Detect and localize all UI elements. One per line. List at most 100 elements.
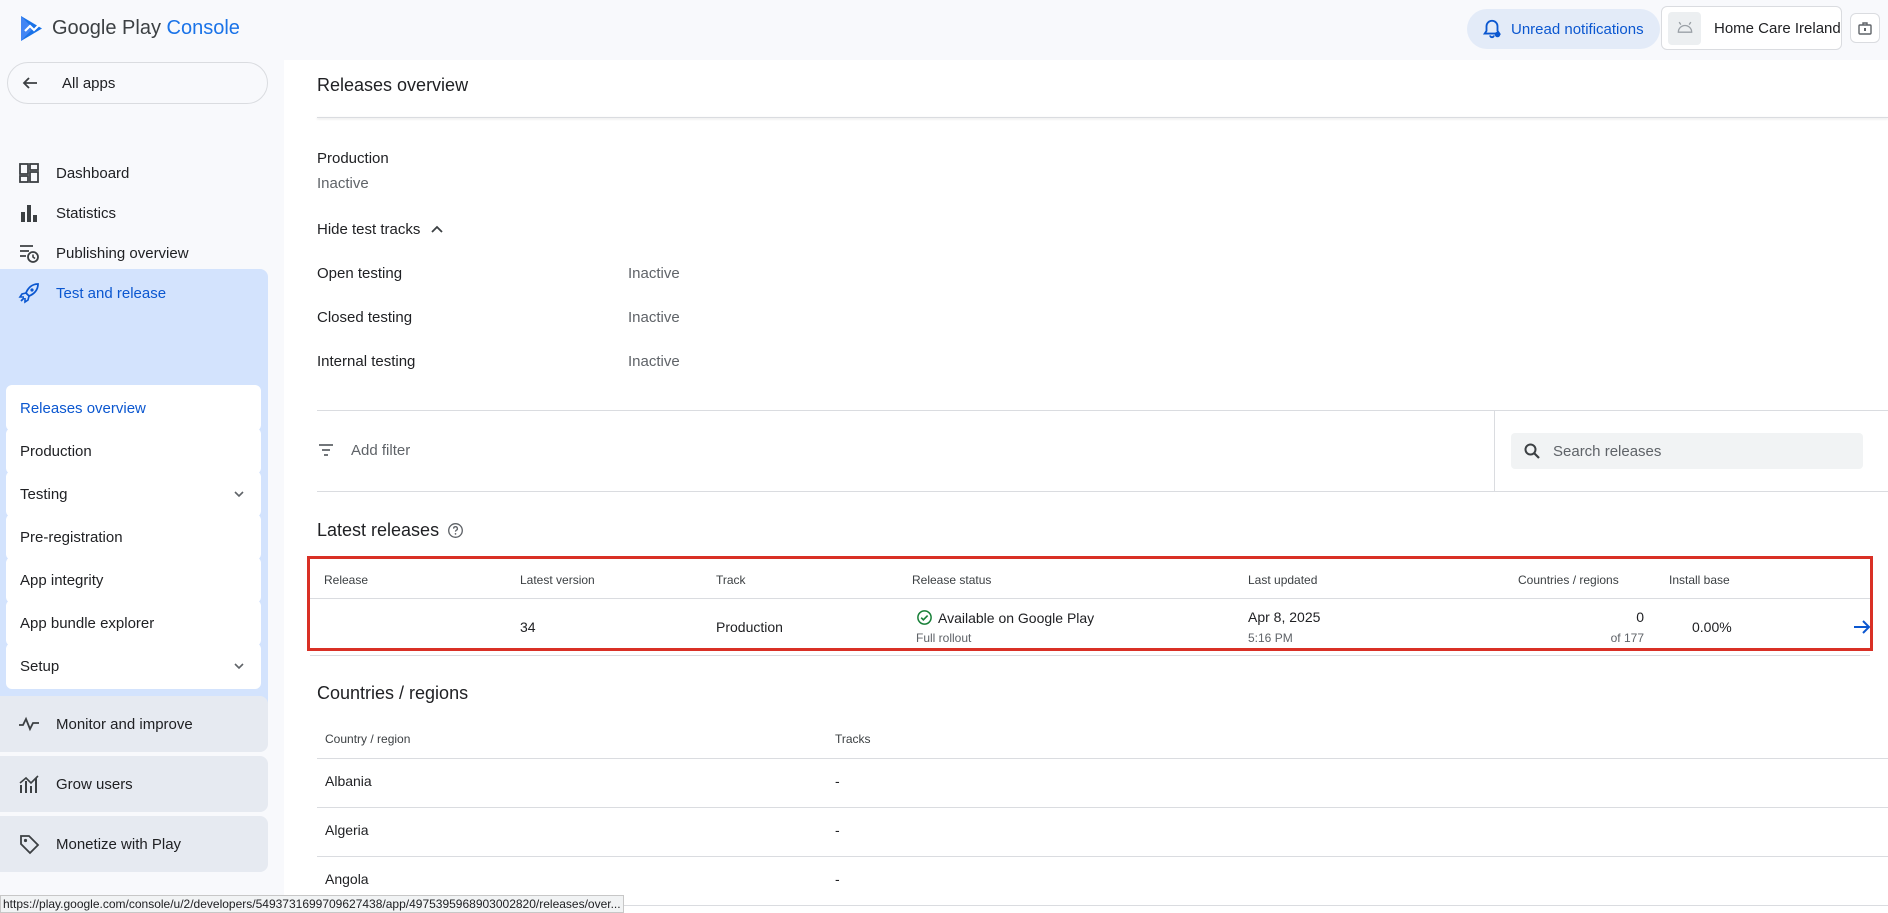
test-and-release-section: Test and release Releases overview Produ… bbox=[0, 269, 268, 748]
sidebar-item-label: Monetize with Play bbox=[56, 835, 182, 853]
countries-total: of 177 bbox=[1610, 631, 1644, 645]
help-icon[interactable] bbox=[447, 522, 464, 539]
briefcase-icon bbox=[1858, 22, 1872, 35]
production-track-status: Inactive bbox=[317, 175, 369, 192]
hide-test-tracks-label: Hide test tracks bbox=[317, 220, 421, 238]
internal-testing-status: Inactive bbox=[628, 353, 680, 370]
logo-text: Google Play Console bbox=[52, 17, 240, 40]
check-circle-icon bbox=[917, 610, 932, 625]
country-cell: Albania bbox=[325, 773, 372, 789]
sidebar-subitem-pre-registration[interactable]: Pre-registration bbox=[6, 514, 261, 560]
dashboard-icon bbox=[19, 163, 39, 183]
add-filter-button[interactable]: Add filter bbox=[317, 441, 410, 459]
open-testing-status: Inactive bbox=[628, 265, 680, 282]
search-releases-input[interactable] bbox=[1553, 442, 1853, 460]
latest-releases-heading: Latest releases bbox=[317, 520, 464, 541]
sidebar-item-statistics[interactable]: Statistics bbox=[0, 193, 270, 233]
sidebar-subitem-production[interactable]: Production bbox=[6, 428, 261, 474]
logo-brand: Google Play bbox=[52, 17, 161, 39]
country-cell: Algeria bbox=[325, 822, 369, 838]
chevron-up-icon bbox=[431, 225, 444, 233]
rocket-icon bbox=[18, 283, 39, 304]
sidebar-item-label: Dashboard bbox=[56, 164, 130, 182]
closed-testing-status: Inactive bbox=[628, 309, 680, 326]
closed-testing-label: Closed testing bbox=[317, 309, 413, 326]
sidebar-item-grow-users[interactable]: Grow users bbox=[0, 756, 268, 812]
app-avatar bbox=[1668, 11, 1701, 45]
hide-test-tracks-toggle[interactable]: Hide test tracks bbox=[317, 220, 446, 238]
tracks-cell: - bbox=[835, 871, 840, 887]
filter-bar: Add filter bbox=[317, 410, 1888, 492]
table-row[interactable]: Albania - bbox=[317, 759, 1888, 808]
sidebar-item-test-and-release[interactable]: Test and release bbox=[0, 269, 166, 317]
chevron-down-icon bbox=[234, 663, 244, 670]
account-switcher[interactable]: Home Care Ireland bbox=[1661, 6, 1842, 50]
sidebar-item-dashboard[interactable]: Dashboard bbox=[0, 153, 270, 193]
unread-notifications-button[interactable]: Unread notifications bbox=[1467, 9, 1660, 49]
arrow-back-icon bbox=[22, 77, 37, 89]
title-divider bbox=[317, 117, 1888, 118]
column-header-install-base: Install base bbox=[1669, 573, 1730, 587]
unread-notifications-label: Unread notifications bbox=[1511, 20, 1644, 38]
sidebar-subitem-app-integrity[interactable]: App integrity bbox=[6, 557, 261, 603]
account-name: Home Care Ireland bbox=[1714, 19, 1841, 37]
monitor-icon bbox=[19, 716, 39, 732]
sidebar-item-label: Test and release bbox=[56, 284, 167, 302]
sidebar-item-label: Grow users bbox=[56, 775, 133, 793]
play-console-logo-icon bbox=[21, 16, 42, 41]
google-play-console-logo[interactable]: Google Play Console bbox=[19, 14, 240, 43]
countries-count: 0 bbox=[1636, 609, 1644, 625]
column-header-country-region: Country / region bbox=[325, 732, 411, 746]
last-updated-date: Apr 8, 2025 bbox=[1248, 609, 1321, 625]
filter-icon bbox=[319, 444, 333, 456]
main-content: Releases overview Production Inactive Hi… bbox=[284, 60, 1888, 913]
column-header-release-status: Release status bbox=[912, 573, 992, 587]
tracks-cell: - bbox=[835, 822, 840, 838]
internal-testing-label: Internal testing bbox=[317, 353, 416, 370]
countries-regions-title: Countries / regions bbox=[317, 683, 469, 703]
sidebar-subitem-label: Production bbox=[20, 442, 92, 460]
sidebar-subitem-label: Pre-registration bbox=[20, 528, 123, 546]
sidebar-item-monitor-and-improve[interactable]: Monitor and improve bbox=[0, 696, 268, 752]
countries-regions-heading: Countries / regions bbox=[317, 683, 468, 704]
latest-releases-title: Latest releases bbox=[317, 520, 440, 540]
sidebar-subitem-label: App bundle explorer bbox=[20, 614, 155, 632]
search-icon bbox=[1524, 443, 1540, 459]
bell-icon bbox=[1482, 19, 1502, 39]
tracks-cell: - bbox=[835, 773, 840, 789]
sidebar-item-publishing-overview[interactable]: Publishing overview bbox=[0, 233, 270, 273]
last-updated-time: 5:16 PM bbox=[1248, 631, 1293, 645]
latest-version-cell: 34 bbox=[520, 619, 536, 635]
table-header: Release Latest version Track Release sta… bbox=[310, 559, 1870, 599]
sidebar-subitem-releases-overview[interactable]: Releases overview bbox=[6, 385, 261, 431]
arrow-forward-icon[interactable] bbox=[1851, 616, 1873, 638]
bar-chart-icon bbox=[21, 205, 37, 222]
sidebar-subitem-label: App integrity bbox=[20, 571, 104, 589]
sidebar-item-label: Publishing overview bbox=[56, 244, 189, 262]
tag-icon bbox=[20, 835, 40, 855]
page-title: Releases overview bbox=[317, 75, 469, 95]
country-cell: Angola bbox=[325, 871, 369, 887]
schedule-list-icon bbox=[20, 245, 39, 263]
table-row[interactable]: Algeria - bbox=[317, 808, 1888, 857]
release-status-detail: Full rollout bbox=[916, 631, 972, 645]
sidebar-subitem-label: Releases overview bbox=[20, 399, 146, 417]
sidebar-item-monetize-with-play[interactable]: Monetize with Play bbox=[0, 816, 268, 872]
chevron-down-icon bbox=[234, 491, 244, 498]
browser-status-url: https://play.google.com/console/u/2/deve… bbox=[0, 895, 624, 913]
all-apps-button[interactable]: All apps bbox=[7, 62, 268, 104]
sidebar-subitem-app-bundle-explorer[interactable]: App bundle explorer bbox=[6, 600, 261, 646]
add-filter-label: Add filter bbox=[351, 441, 411, 459]
top-bar: Google Play Console Unread notifications… bbox=[0, 0, 1888, 60]
column-header-tracks: Tracks bbox=[835, 732, 871, 746]
help-feedback-button[interactable] bbox=[1850, 13, 1880, 43]
sidebar-subitem-testing[interactable]: Testing bbox=[6, 471, 261, 517]
column-header-last-updated: Last updated bbox=[1248, 573, 1318, 587]
table-row[interactable]: 34 Production Available on Google Play F… bbox=[310, 599, 1873, 656]
filter-divider bbox=[1494, 411, 1495, 491]
install-base-cell: 0.00% bbox=[1692, 619, 1732, 635]
sidebar-item-label: Statistics bbox=[56, 204, 117, 222]
search-releases-box[interactable] bbox=[1511, 433, 1863, 469]
sidebar-subitem-setup[interactable]: Setup bbox=[6, 643, 261, 689]
release-status-text: Available on Google Play bbox=[938, 609, 1095, 626]
